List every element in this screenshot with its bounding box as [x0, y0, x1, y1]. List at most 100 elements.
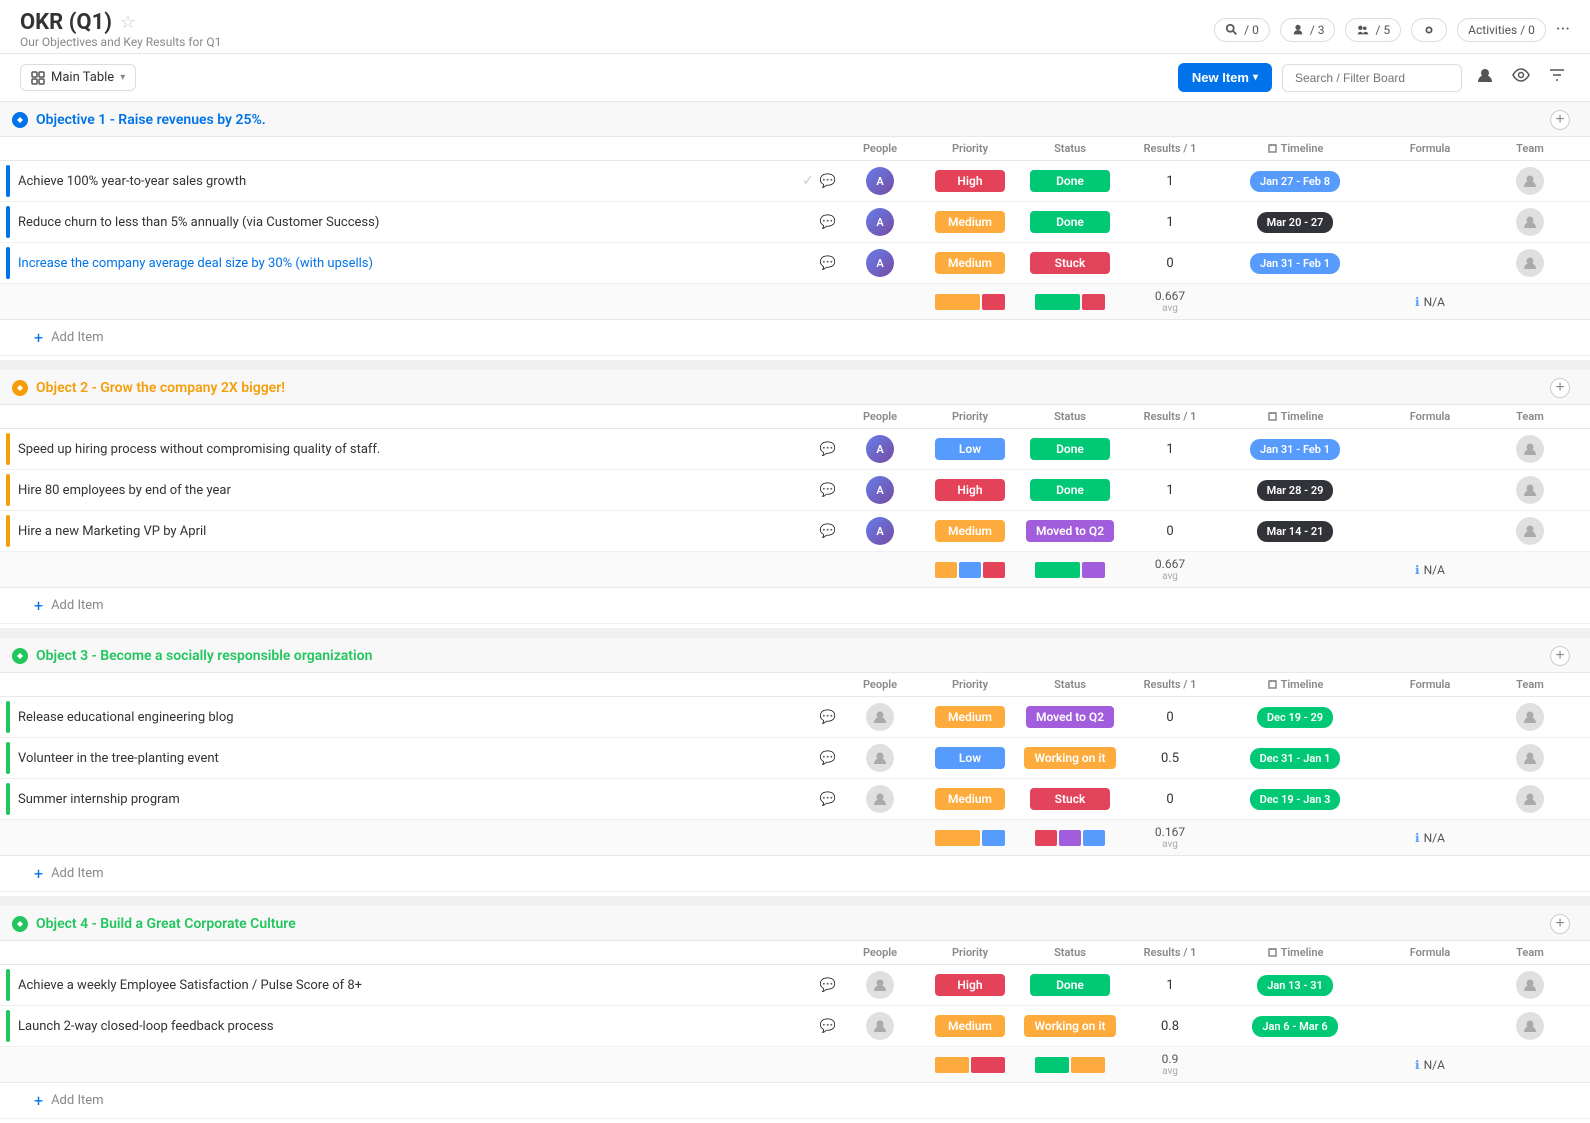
- row-action-icons: ✓💬: [802, 173, 840, 189]
- status-cell[interactable]: Stuck: [1020, 252, 1120, 274]
- timeline-cell[interactable]: Mar 20 - 27: [1220, 212, 1370, 233]
- add-item-row[interactable]: +Add Item: [0, 588, 1590, 624]
- timeline-cell[interactable]: Jan 31 - Feb 1: [1220, 253, 1370, 274]
- timeline-cell[interactable]: Jan 6 - Mar 6: [1220, 1016, 1370, 1037]
- priority-cell[interactable]: Medium: [920, 520, 1020, 542]
- objective-title-obj2[interactable]: Object 2 - Grow the company 2X bigger!: [36, 380, 285, 396]
- add-item-label: Add Item: [51, 866, 103, 881]
- timeline-cell[interactable]: Jan 27 - Feb 8: [1220, 171, 1370, 192]
- team-cell: [1490, 476, 1570, 504]
- priority-cell[interactable]: Medium: [920, 252, 1020, 274]
- chat-icon[interactable]: 💬: [820, 174, 836, 189]
- status-bar-segment: [1083, 830, 1105, 846]
- chat-icon[interactable]: 💬: [820, 710, 836, 725]
- status-cell[interactable]: Done: [1020, 438, 1120, 460]
- timeline-cell[interactable]: Jan 13 - 31: [1220, 975, 1370, 996]
- col-header-results---1: Results / 1: [1120, 405, 1220, 428]
- column-headers: PeoplePriorityStatusResults / 1TimelineF…: [0, 673, 1590, 697]
- team-avatar: [1516, 744, 1544, 772]
- add-item-row[interactable]: + Add Item: [0, 856, 1590, 892]
- col-header-people: People: [840, 941, 920, 964]
- objective-title-obj3[interactable]: Object 3 - Become a socially responsible…: [36, 648, 372, 664]
- chat-icon[interactable]: 💬: [820, 215, 836, 230]
- priority-cell[interactable]: Medium: [920, 211, 1020, 233]
- priority-cell[interactable]: Low: [920, 747, 1020, 769]
- timeline-cell[interactable]: Mar 14 - 21: [1220, 521, 1370, 542]
- priority-cell[interactable]: Medium: [920, 1015, 1020, 1037]
- add-item-row[interactable]: +Add Item: [0, 1083, 1590, 1119]
- people-count-pill[interactable]: / 3: [1280, 18, 1336, 42]
- col-header-formula: Formula: [1370, 673, 1490, 696]
- status-cell[interactable]: Working on it: [1020, 1015, 1120, 1037]
- status-cell[interactable]: Done: [1020, 211, 1120, 233]
- table-selector[interactable]: Main Table ▾: [20, 64, 136, 91]
- search-input[interactable]: [1282, 64, 1462, 92]
- priority-summary-bars: [920, 562, 1020, 578]
- add-objective-item-button[interactable]: +: [1550, 110, 1570, 130]
- col-header-formula: Formula: [1370, 137, 1490, 160]
- timeline-cell[interactable]: Mar 28 - 29: [1220, 480, 1370, 501]
- chat-icon[interactable]: 💬: [820, 256, 836, 271]
- item-color-bar: [6, 969, 10, 1001]
- objective-title-obj1[interactable]: Objective 1 - Raise revenues by 25%.: [36, 112, 266, 128]
- chat-icon[interactable]: 💬: [820, 751, 836, 766]
- status-cell[interactable]: Moved to Q2: [1020, 706, 1120, 728]
- timeline-cell[interactable]: Dec 19 - 29: [1220, 707, 1370, 728]
- avg-cell: 0.667avg: [1120, 557, 1220, 582]
- items-container: Speed up hiring process without compromi…: [0, 429, 1590, 624]
- col-header-timeline: Timeline: [1220, 673, 1370, 696]
- user-icon[interactable]: [1472, 62, 1498, 93]
- objective-dot-icon: [12, 916, 28, 932]
- priority-cell[interactable]: Medium: [920, 788, 1020, 810]
- objective-title-obj4[interactable]: Object 4 - Build a Great Corporate Cultu…: [36, 916, 296, 932]
- status-cell[interactable]: Working on it: [1020, 747, 1120, 769]
- add-objective-item-button[interactable]: +: [1550, 646, 1570, 666]
- result-cell: 0.8: [1120, 1019, 1220, 1034]
- priority-cell[interactable]: High: [920, 479, 1020, 501]
- settings-pill[interactable]: [1411, 18, 1447, 42]
- team-cell: [1490, 785, 1570, 813]
- filter-icon[interactable]: [1544, 62, 1570, 93]
- status-cell[interactable]: Done: [1020, 170, 1120, 192]
- chat-icon[interactable]: 💬: [820, 483, 836, 498]
- star-icon[interactable]: ☆: [120, 12, 136, 33]
- chat-icon[interactable]: 💬: [820, 1019, 836, 1034]
- status-cell[interactable]: Moved to Q2: [1020, 520, 1120, 542]
- table-row: Hire 80 employees by end of the year💬AHi…: [0, 470, 1590, 511]
- avatar-placeholder: [866, 703, 894, 731]
- toolbar-left: Main Table ▾: [20, 64, 136, 91]
- status-cell[interactable]: Done: [1020, 974, 1120, 996]
- chat-icon[interactable]: 💬: [820, 792, 836, 807]
- priority-cell[interactable]: High: [920, 170, 1020, 192]
- add-objective-item-button[interactable]: +: [1550, 378, 1570, 398]
- status-cell[interactable]: Stuck: [1020, 788, 1120, 810]
- priority-cell[interactable]: Low: [920, 438, 1020, 460]
- item-name[interactable]: Increase the company average deal size b…: [18, 256, 820, 271]
- timeline-cell[interactable]: Jan 31 - Feb 1: [1220, 439, 1370, 460]
- add-item-label: Add Item: [51, 598, 103, 613]
- search-count-pill[interactable]: / 0: [1214, 18, 1270, 42]
- chat-icon[interactable]: 💬: [820, 524, 836, 539]
- add-objective-item-button[interactable]: +: [1550, 914, 1570, 934]
- timeline-cell[interactable]: Dec 31 - Jan 1: [1220, 748, 1370, 769]
- activities-pill[interactable]: Activities / 0: [1457, 18, 1546, 42]
- priority-badge: Medium: [935, 706, 1005, 728]
- plus-icon: +: [34, 864, 43, 883]
- timeline-cell[interactable]: Dec 19 - Jan 3: [1220, 789, 1370, 810]
- timeline-badge: Dec 19 - 29: [1257, 707, 1333, 728]
- priority-cell[interactable]: High: [920, 974, 1020, 996]
- eye-icon[interactable]: [1508, 62, 1534, 93]
- new-item-button[interactable]: New Item ▾: [1178, 63, 1272, 92]
- check-icon[interactable]: ✓: [802, 173, 814, 189]
- more-button[interactable]: ···: [1556, 19, 1570, 40]
- item-name: Volunteer in the tree-planting event: [18, 751, 820, 766]
- objective-section-obj3: Object 3 - Become a socially responsible…: [0, 638, 1590, 892]
- chat-icon[interactable]: 💬: [820, 978, 836, 993]
- priority-cell[interactable]: Medium: [920, 706, 1020, 728]
- top-header: OKR (Q1) ☆ Our Objectives and Key Result…: [0, 0, 1590, 54]
- add-item-row[interactable]: +Add Item: [0, 320, 1590, 356]
- user-count-pill[interactable]: / 5: [1345, 18, 1401, 42]
- chat-icon[interactable]: 💬: [820, 442, 836, 457]
- table-label: Main Table: [51, 70, 114, 85]
- status-cell[interactable]: Done: [1020, 479, 1120, 501]
